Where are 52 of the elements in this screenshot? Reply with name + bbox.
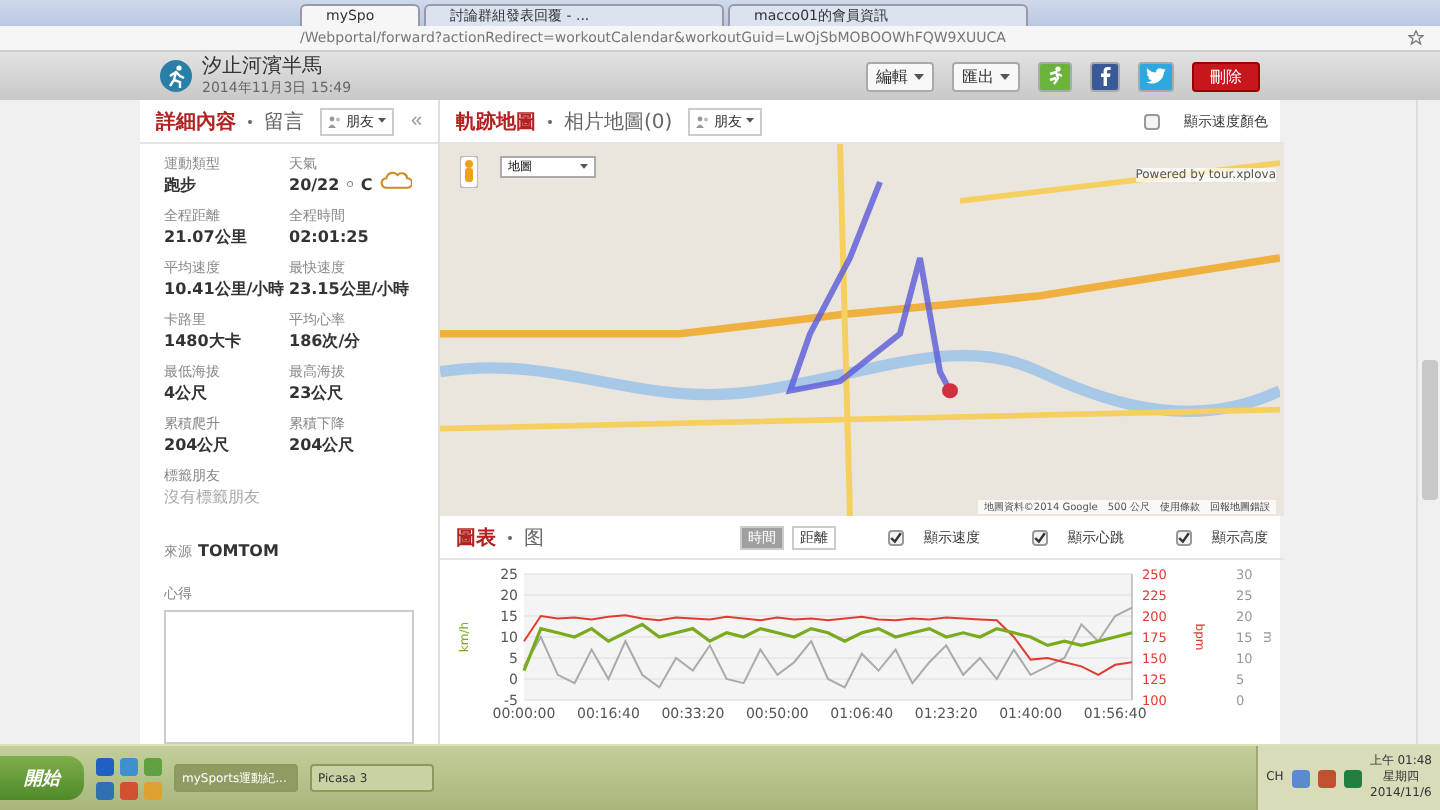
stat-value: 204公尺 [289,434,355,456]
panel-tab[interactable]: 軌跡地圖 [456,107,536,135]
stat-value: 23公尺 [289,382,344,404]
source-value: TOMTOM [198,540,279,562]
stat-value: 20/22 ◦ C [289,174,373,196]
star-icon [1408,30,1424,46]
notes-field[interactable] [164,610,414,744]
panel-tab[interactable]: 圖表 [456,523,496,551]
panel-tab[interactable]: 詳細內容 [156,107,236,135]
empty-text: 沒有標籤朋友 [164,486,262,508]
pegman-icon [460,156,478,188]
panel-tab[interactable]: 图 [524,523,544,551]
cloud-icon [380,168,413,190]
caret-icon [378,118,386,124]
stat-value: 1480大卡 [164,330,241,352]
caret-icon [1000,73,1010,79]
caret-icon [914,73,924,79]
stat-value: 02:01:25 [289,226,369,248]
check-icon [890,531,902,543]
separator-dot [548,119,552,123]
workout-title: 汐止河濱半馬 [202,56,324,80]
panel-tab[interactable]: 留言 [264,107,304,135]
stat-value: 10.41公里/小時 [164,278,285,300]
stat-value: 21.07公里 [164,226,247,248]
stat-value: 204公尺 [164,434,230,456]
runner-icon [1046,66,1064,86]
check-icon [1178,531,1190,543]
separator-dot [508,535,512,539]
checkbox[interactable] [1032,529,1048,545]
stat-value: 跑步 [164,174,196,196]
axis-line [1131,573,1133,701]
stat-value: 186次/分 [289,330,361,352]
checkbox[interactable] [1144,113,1160,129]
stat-value: 23.15公里/小時 [289,278,410,300]
people-icon [328,115,342,127]
checkbox[interactable] [1176,529,1192,545]
check-icon [1034,531,1046,543]
bird-icon [1146,68,1166,84]
facebook-icon [1098,66,1112,86]
runner-icon [160,60,192,92]
caret-icon [746,118,755,124]
delete-button[interactable]: 刪除 [1192,61,1260,91]
dropdown-button[interactable]: 匯出 [952,61,1020,91]
stat-value: 4公尺 [164,382,208,404]
scrollbar-thumb[interactable] [1421,360,1437,500]
dropdown-button[interactable]: 編輯 [866,61,934,91]
caret-icon [580,164,588,170]
panel-tab[interactable]: 相片地圖(0) [564,107,673,135]
share-button[interactable] [1090,61,1120,91]
checkbox[interactable] [888,529,904,545]
people-icon [696,115,711,127]
separator-dot [248,119,252,123]
